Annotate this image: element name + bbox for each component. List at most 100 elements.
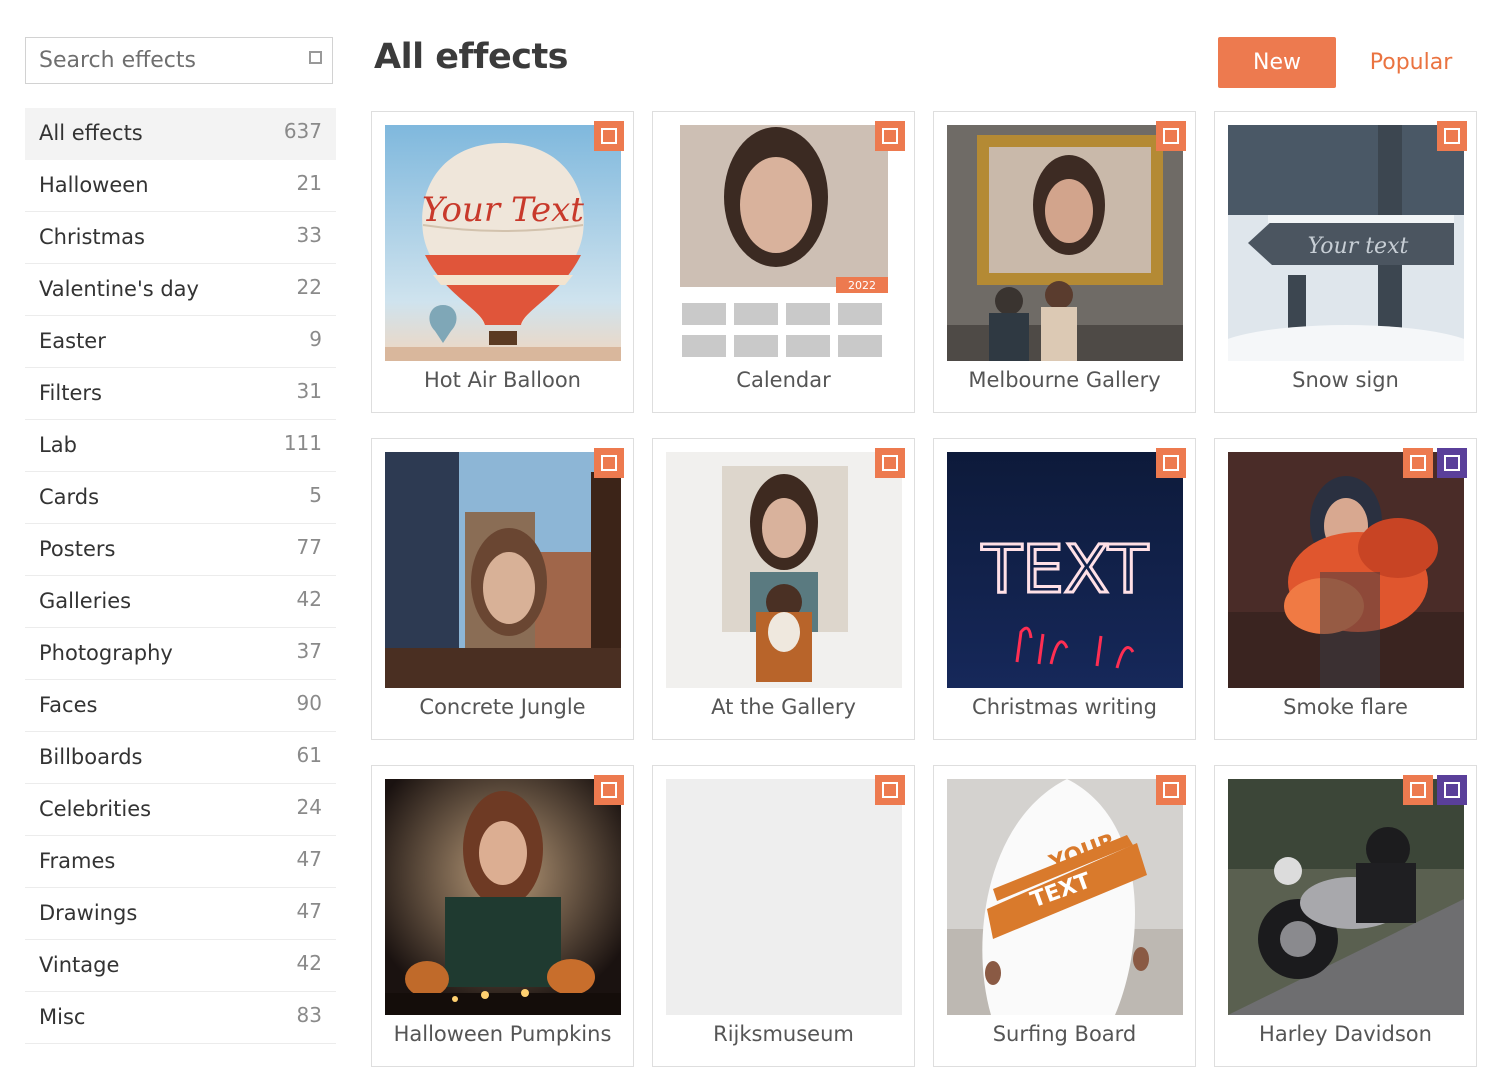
effect-thumbnail: Your Text <box>385 125 621 361</box>
category-count: 61 <box>296 743 322 767</box>
square-icon[interactable] <box>875 775 905 805</box>
category-label: Frames <box>39 849 116 873</box>
category-label: Faces <box>39 693 98 717</box>
popular-button[interactable]: Popular <box>1360 37 1462 88</box>
effect-thumbnail <box>947 125 1183 361</box>
effect-card-christmas-writing[interactable]: TEXT Christmas writing <box>933 438 1196 740</box>
thumb-text: Your text <box>1308 234 1409 259</box>
effect-name: Hot Air Balloon <box>423 368 581 392</box>
square-icon[interactable] <box>1437 448 1467 478</box>
effect-name: Surfing Board <box>992 1022 1137 1046</box>
category-item-posters[interactable]: Posters 77 <box>25 524 336 576</box>
search-input[interactable] <box>26 38 309 83</box>
square-icon[interactable] <box>1437 121 1467 151</box>
square-icon[interactable] <box>1403 775 1433 805</box>
category-item-valentines-day[interactable]: Valentine's day 22 <box>25 264 336 316</box>
effect-name: Christmas writing <box>972 695 1157 719</box>
effect-name: Halloween Pumpkins <box>393 1022 612 1046</box>
effect-card-concrete-jungle[interactable]: Concrete Jungle <box>371 438 634 740</box>
category-item-all-effects[interactable]: All effects 637 <box>25 108 336 160</box>
category-label: Filters <box>39 381 102 405</box>
effect-card-smoke-flare[interactable]: Smoke flare <box>1214 438 1477 740</box>
category-count: 42 <box>296 587 322 611</box>
category-label: Celebrities <box>39 797 152 821</box>
category-label: Posters <box>39 537 116 561</box>
category-label: Billboards <box>39 745 143 769</box>
category-count: 83 <box>296 1003 322 1027</box>
effect-thumbnail: TEXT <box>947 452 1183 688</box>
effects-grid: Your Text Hot Air Balloon 2022 Calendar … <box>371 111 1479 1068</box>
category-item-easter[interactable]: Easter 9 <box>25 316 336 368</box>
category-count: 22 <box>296 275 322 299</box>
category-label: Photography <box>39 641 173 665</box>
category-count: 21 <box>296 171 322 195</box>
effect-name: Concrete Jungle <box>419 695 586 719</box>
new-button[interactable]: New <box>1218 37 1336 88</box>
thumb-text: TEXT <box>981 531 1149 608</box>
square-icon[interactable] <box>309 51 322 64</box>
effect-name: Rijksmuseum <box>713 1022 854 1046</box>
category-item-cards[interactable]: Cards 5 <box>25 472 336 524</box>
effect-card-hot-air-balloon[interactable]: Your Text Hot Air Balloon <box>371 111 634 413</box>
search-box[interactable] <box>25 37 333 84</box>
category-item-filters[interactable]: Filters 31 <box>25 368 336 420</box>
square-icon[interactable] <box>1403 448 1433 478</box>
square-icon[interactable] <box>594 775 624 805</box>
effect-thumbnail: 2022 <box>666 125 902 361</box>
effect-card-at-the-gallery[interactable]: At the Gallery <box>652 438 915 740</box>
effect-name: Calendar <box>736 368 831 392</box>
square-icon[interactable] <box>1156 448 1186 478</box>
category-item-galleries[interactable]: Galleries 42 <box>25 576 336 628</box>
category-item-celebrities[interactable]: Celebrities 24 <box>25 784 336 836</box>
effect-card-rijksmuseum[interactable]: Rijksmuseum <box>652 765 915 1067</box>
category-item-misc[interactable]: Misc 83 <box>25 992 336 1044</box>
category-count: 9 <box>309 327 322 351</box>
square-icon[interactable] <box>1156 121 1186 151</box>
effect-thumbnail <box>666 779 902 1015</box>
category-label: Vintage <box>39 953 120 977</box>
square-icon[interactable] <box>875 448 905 478</box>
category-label: Galleries <box>39 589 132 613</box>
effect-card-snow-sign[interactable]: Your text Snow sign <box>1214 111 1477 413</box>
page-title: All effects <box>374 37 569 77</box>
category-item-frames[interactable]: Frames 47 <box>25 836 336 888</box>
effect-card-calendar[interactable]: 2022 Calendar <box>652 111 915 413</box>
effect-card-halloween-pumpkins[interactable]: Halloween Pumpkins <box>371 765 634 1067</box>
category-item-faces[interactable]: Faces 90 <box>25 680 336 732</box>
category-count: 5 <box>309 483 322 507</box>
category-count: 24 <box>296 795 322 819</box>
category-item-christmas[interactable]: Christmas 33 <box>25 212 336 264</box>
category-count: 47 <box>296 899 322 923</box>
category-item-billboards[interactable]: Billboards 61 <box>25 732 336 784</box>
effect-card-harley-davidson[interactable]: Harley Davidson <box>1214 765 1477 1067</box>
effect-thumbnail <box>1228 452 1464 688</box>
category-label: Misc <box>39 1005 86 1029</box>
thumb-text: 2022 <box>848 279 876 292</box>
category-item-lab[interactable]: Lab 111 <box>25 420 336 472</box>
category-list: All effects 637 Halloween 21 Christmas 3… <box>25 108 336 1068</box>
effect-name: Melbourne Gallery <box>968 368 1161 392</box>
effect-card-melbourne-gallery[interactable]: Melbourne Gallery <box>933 111 1196 413</box>
category-label: Christmas <box>39 225 145 249</box>
effect-thumbnail: YOUR TEXT <box>947 779 1183 1015</box>
effect-name: Harley Davidson <box>1259 1022 1432 1046</box>
category-item-vintage[interactable]: Vintage 42 <box>25 940 336 992</box>
square-icon[interactable] <box>1156 775 1186 805</box>
category-label: Valentine's day <box>39 277 199 301</box>
category-label: All effects <box>39 121 143 145</box>
category-count: 47 <box>296 847 322 871</box>
effect-thumbnail <box>666 452 902 688</box>
category-count: 637 <box>283 119 322 143</box>
square-icon[interactable] <box>1437 775 1467 805</box>
square-icon[interactable] <box>594 448 624 478</box>
category-item-photography[interactable]: Photography 37 <box>25 628 336 680</box>
category-label: Easter <box>39 329 106 353</box>
square-icon[interactable] <box>875 121 905 151</box>
category-item-halloween[interactable]: Halloween 21 <box>25 160 336 212</box>
square-icon[interactable] <box>594 121 624 151</box>
category-count: 77 <box>296 535 322 559</box>
category-item-drawings[interactable]: Drawings 47 <box>25 888 336 940</box>
effect-name: At the Gallery <box>711 695 856 719</box>
category-count: 31 <box>296 379 322 403</box>
effect-card-surfing-board[interactable]: YOUR TEXT Surfing Board <box>933 765 1196 1067</box>
